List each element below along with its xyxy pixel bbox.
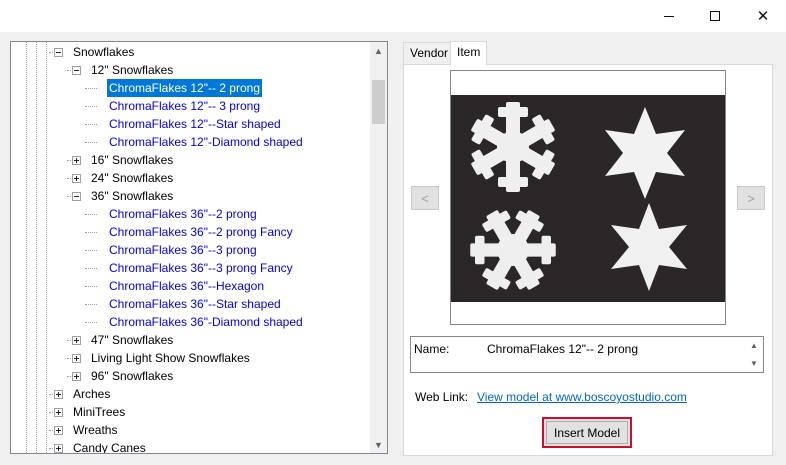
tree-item-label: 36" Snowflakes — [91, 189, 174, 203]
tree-item-label: ChromaFlakes 36"--2 prong Fancy — [109, 225, 293, 239]
minimize-icon — [664, 15, 674, 17]
expand-icon[interactable] — [72, 372, 81, 381]
tree-leaf-item[interactable]: ChromaFlakes 36"-Diamond shaped — [11, 313, 371, 331]
expand-icon[interactable] — [54, 426, 63, 435]
minimize-button[interactable] — [646, 0, 692, 32]
tree-folder-item[interactable]: Candy Canes — [11, 439, 371, 454]
tree-leaf-item[interactable]: ChromaFlakes 36"--Star shaped — [11, 295, 371, 313]
tree-item-label: ChromaFlakes 36"--3 prong — [109, 243, 257, 257]
tree-connector — [85, 232, 97, 233]
tab-item[interactable]: Item — [450, 41, 488, 65]
tree-item-label: ChromaFlakes 12"--Star shaped — [109, 117, 281, 131]
tree-leaf-item[interactable]: ChromaFlakes 12"-- 3 prong — [11, 97, 371, 115]
tree-folder-item[interactable]: 16" Snowflakes — [11, 151, 371, 169]
scroll-down-icon[interactable]: ▼ — [370, 436, 387, 453]
tree-item-label: 16" Snowflakes — [91, 153, 174, 167]
tree-leaf-item[interactable]: ChromaFlakes 36"--3 prong Fancy — [11, 259, 371, 277]
tree-item-label: ChromaFlakes 36"--Hexagon — [109, 279, 264, 293]
tree-item-label: 24" Snowflakes — [91, 171, 174, 185]
tree-leaf-item[interactable]: ChromaFlakes 12"-- 2 prong — [11, 79, 371, 97]
tree-item-label: Snowflakes — [73, 45, 135, 59]
title-bar: ✕ — [0, 0, 786, 32]
tree-item-label: Arches — [73, 387, 111, 401]
tree-folder-item[interactable]: 47" Snowflakes — [11, 331, 371, 349]
tree-connector — [85, 322, 97, 323]
tree-item-label: ChromaFlakes 12"-- 2 prong — [107, 79, 262, 97]
close-button[interactable]: ✕ — [740, 0, 786, 32]
name-label: Name: — [414, 342, 450, 356]
tree-item-label: 96" Snowflakes — [91, 369, 174, 383]
tree-folder-item[interactable]: Living Light Show Snowflakes — [11, 349, 371, 367]
expand-icon[interactable] — [72, 174, 81, 183]
expand-icon[interactable] — [72, 156, 81, 165]
tree-item-label: ChromaFlakes 12"-- 3 prong — [109, 99, 260, 113]
snowflakes-photo — [451, 95, 725, 302]
scroll-down-icon[interactable]: ▼ — [750, 359, 758, 368]
preview-frame — [450, 70, 726, 325]
tree-item-label: Candy Canes — [73, 441, 146, 454]
previous-image-button[interactable]: < — [411, 186, 439, 210]
collapse-icon[interactable] — [54, 48, 63, 57]
insert-model-label: Insert Model — [546, 421, 628, 444]
insert-model-button[interactable]: Insert Model — [542, 417, 632, 448]
tree-item-label: 12" Snowflakes — [91, 63, 174, 77]
tree-item-label: ChromaFlakes 12"-Diamond shaped — [109, 135, 303, 149]
expand-icon[interactable] — [54, 408, 63, 417]
maximize-icon — [710, 11, 720, 21]
expand-icon[interactable] — [54, 444, 63, 453]
tree-leaf-item[interactable]: ChromaFlakes 12"-Diamond shaped — [11, 133, 371, 151]
collapse-icon[interactable] — [72, 66, 81, 75]
tree-leaf-item[interactable]: ChromaFlakes 36"--2 prong — [11, 205, 371, 223]
tree-connector — [85, 142, 97, 143]
tree-folder-item[interactable]: 12" Snowflakes — [11, 61, 371, 79]
expand-icon[interactable] — [54, 390, 63, 399]
tree-folder-item[interactable]: Wreaths — [11, 421, 371, 439]
tree-leaf-item[interactable]: ChromaFlakes 36"--Hexagon — [11, 277, 371, 295]
weblink[interactable]: View model at www.boscoyostudio.com — [477, 390, 687, 404]
collapse-icon[interactable] — [72, 192, 81, 201]
tree-item-label: ChromaFlakes 36"--2 prong — [109, 207, 257, 221]
tree-folder-item[interactable]: MiniTrees — [11, 403, 371, 421]
tree-item-label: Living Light Show Snowflakes — [91, 351, 250, 365]
tree-leaf-item[interactable]: ChromaFlakes 12"--Star shaped — [11, 115, 371, 133]
name-field[interactable]: Name: ChromaFlakes 12"-- 2 prong ▲ ▼ — [410, 336, 764, 373]
tree-connector — [85, 304, 97, 305]
tree-folder-item[interactable]: 24" Snowflakes — [11, 169, 371, 187]
tree-connector — [85, 286, 97, 287]
tree-item-label: MiniTrees — [73, 405, 126, 419]
tree-leaf-item[interactable]: ChromaFlakes 36"--3 prong — [11, 241, 371, 259]
name-scrollbar[interactable]: ▲ ▼ — [746, 337, 763, 372]
tree-folder-item[interactable]: Arches — [11, 385, 371, 403]
tree-connector — [85, 268, 97, 269]
expand-icon[interactable] — [72, 354, 81, 363]
tree-folder-item[interactable]: 36" Snowflakes — [11, 187, 371, 205]
scroll-up-icon[interactable]: ▲ — [370, 42, 387, 59]
tree-scrollbar[interactable]: ▲ ▼ — [370, 42, 387, 453]
tree-leaf-item[interactable]: ChromaFlakes 36"--2 prong Fancy — [11, 223, 371, 241]
tab-vendor[interactable]: Vendor — [403, 42, 456, 64]
tree-connector — [85, 124, 97, 125]
close-icon: ✕ — [756, 8, 770, 25]
weblink-label: Web Link: — [415, 390, 469, 404]
tree-connector — [85, 214, 97, 215]
maximize-button[interactable] — [692, 0, 738, 32]
next-image-button[interactable]: > — [737, 186, 765, 210]
tree-folder-item[interactable]: 96" Snowflakes — [11, 367, 371, 385]
tree-connector — [85, 88, 97, 89]
tree-item-label: 47" Snowflakes — [91, 333, 174, 347]
snowflake-image — [451, 95, 725, 302]
tree-item-label: ChromaFlakes 36"--Star shaped — [109, 297, 281, 311]
expand-icon[interactable] — [72, 336, 81, 345]
tree-item-label: ChromaFlakes 36"--3 prong Fancy — [109, 261, 293, 275]
tree-connector — [85, 250, 97, 251]
scroll-thumb[interactable] — [372, 80, 385, 124]
tree-item-label: ChromaFlakes 36"-Diamond shaped — [109, 315, 303, 329]
tree-connector — [85, 106, 97, 107]
name-value: ChromaFlakes 12"-- 2 prong — [487, 342, 638, 356]
model-tree[interactable]: ▲ ▼ Snowflakes 12" Snowflakes ChromaFlakes… — [10, 41, 388, 454]
tree-folder-item[interactable]: Snowflakes — [11, 43, 371, 61]
scroll-up-icon[interactable]: ▲ — [750, 341, 758, 350]
tree-item-label: Wreaths — [73, 423, 118, 437]
